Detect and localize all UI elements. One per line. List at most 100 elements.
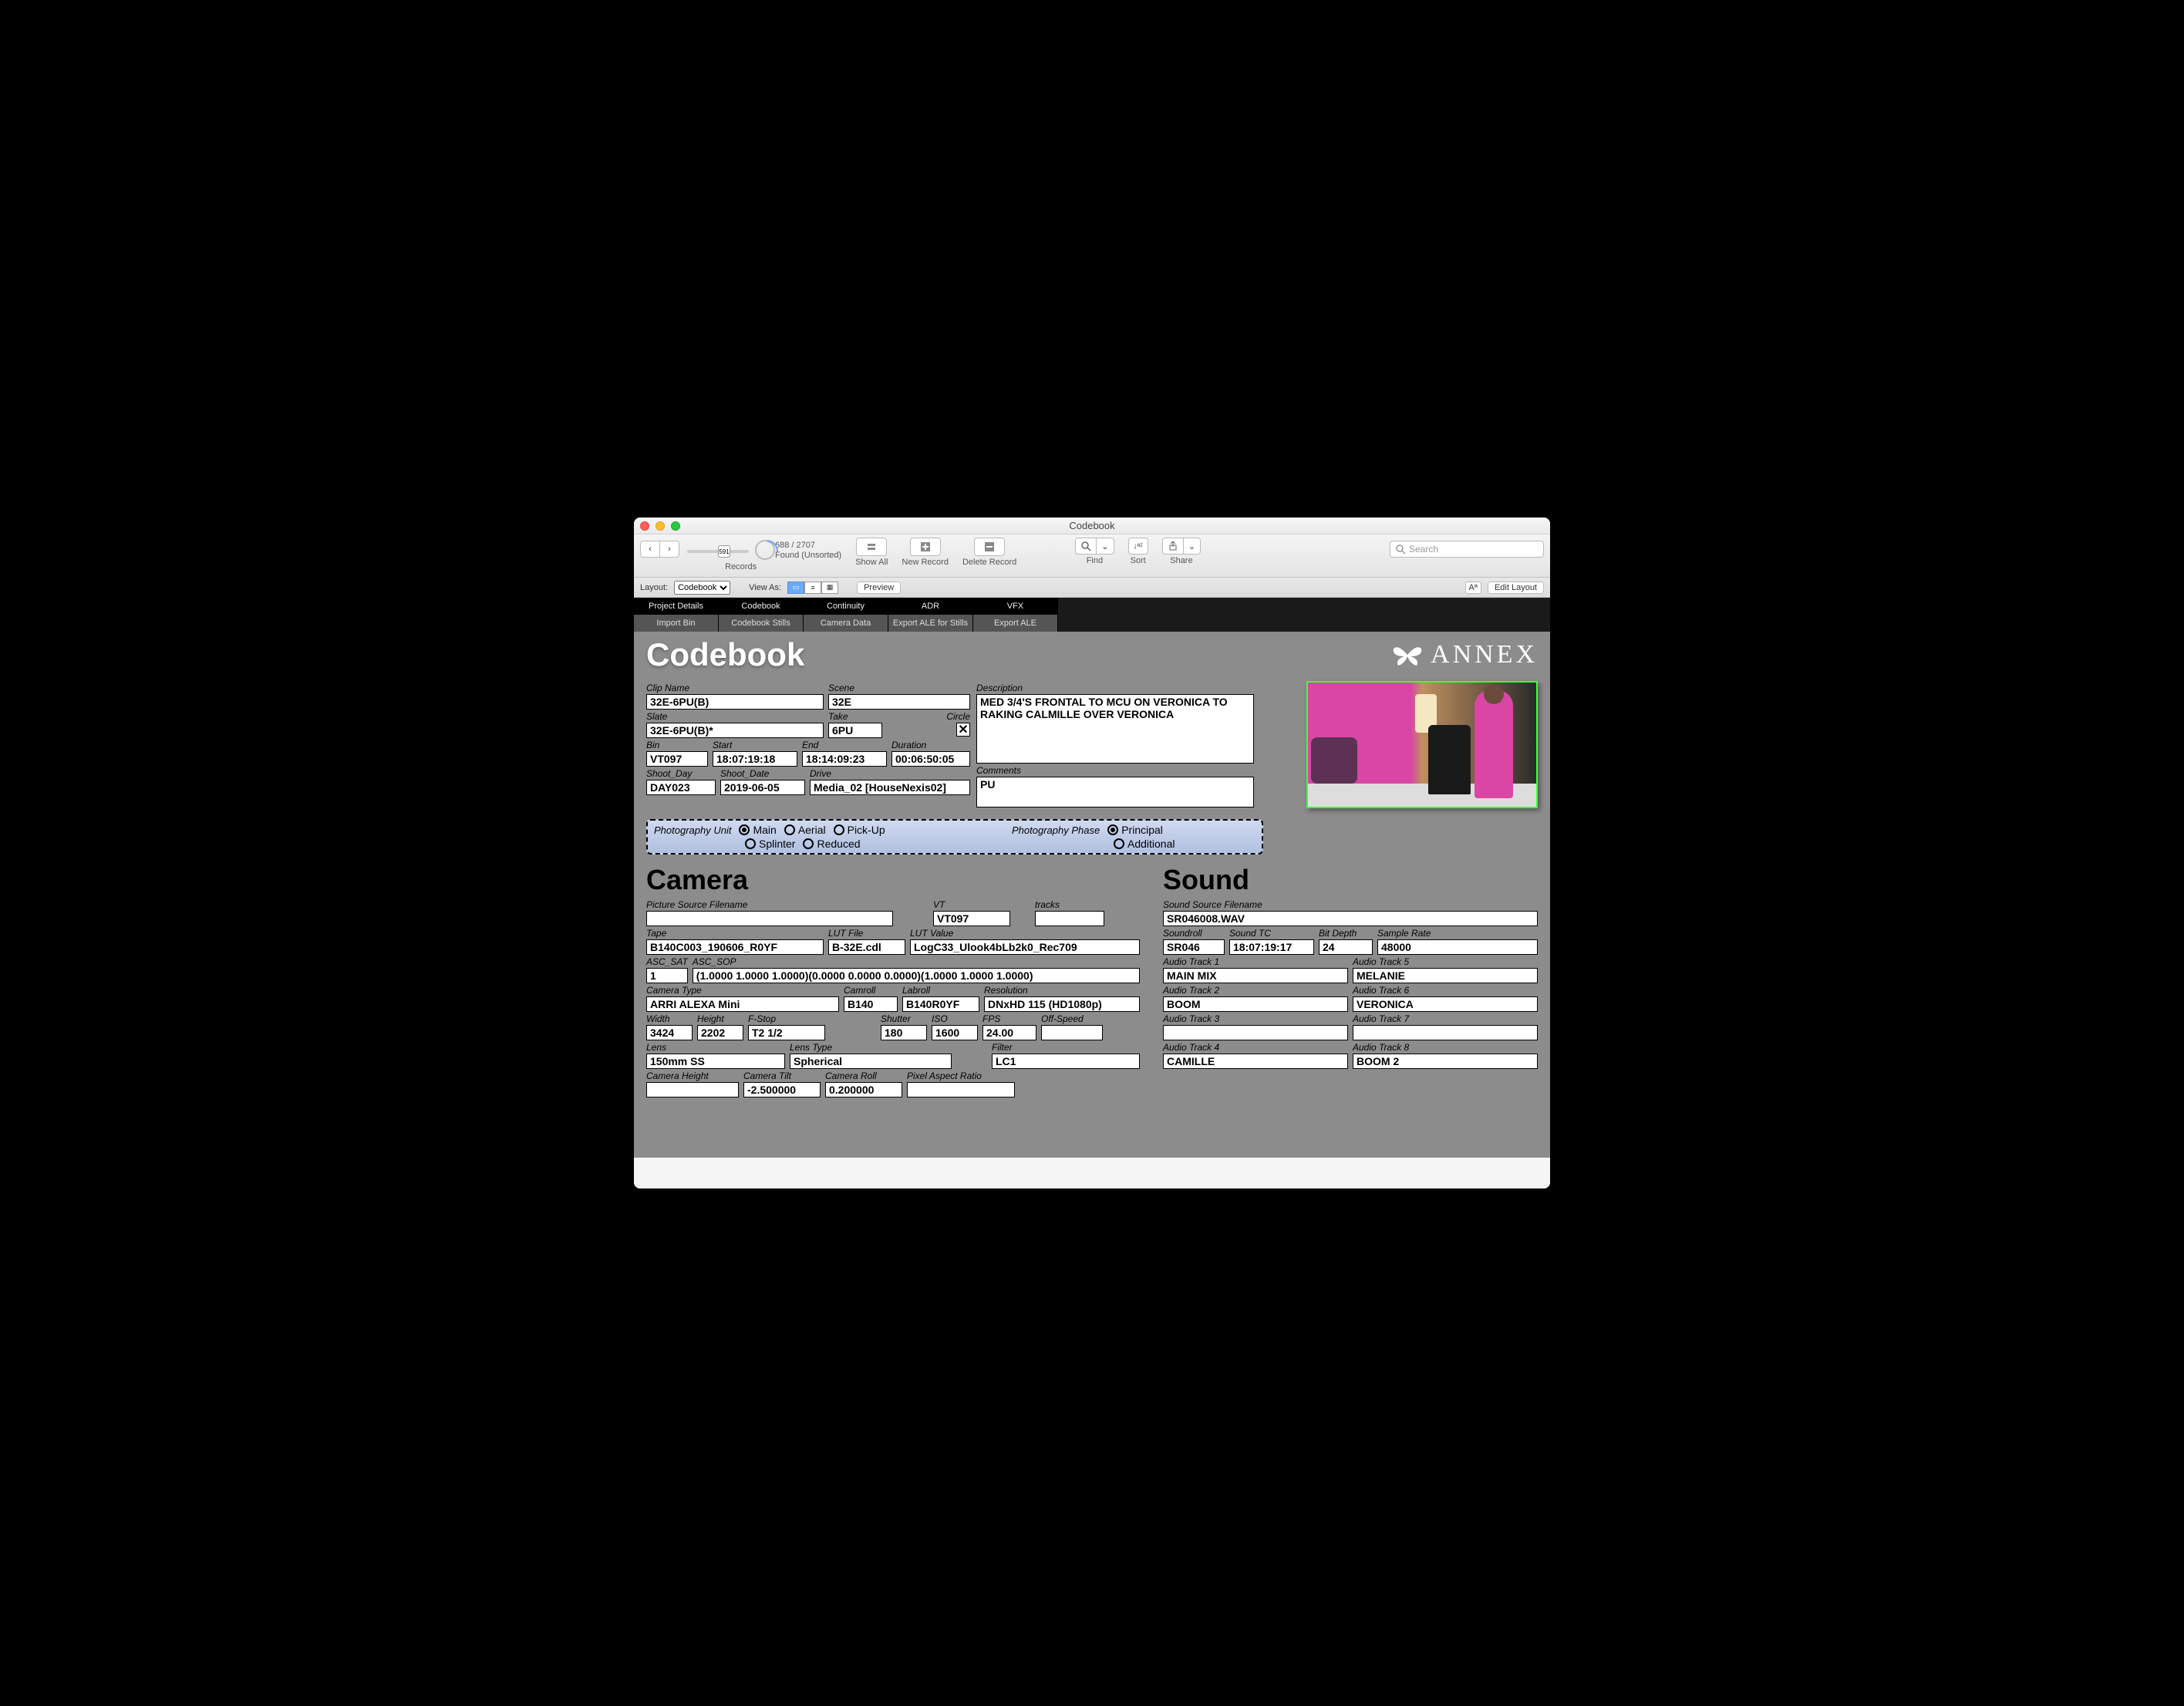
tab-continuity[interactable]: Continuity	[804, 598, 888, 615]
vt-field[interactable]: VT097	[933, 911, 1010, 926]
record-slider[interactable]: 591	[687, 550, 749, 553]
subtab-import-bin[interactable]: Import Bin	[634, 615, 719, 632]
clip-name-label: Clip Name	[646, 683, 824, 693]
t4-field[interactable]: CAMILLE	[1163, 1054, 1348, 1069]
radio-unit-pickup[interactable]: Pick-Up	[834, 824, 885, 836]
height-field[interactable]: 2202	[697, 1025, 743, 1040]
samplerate-field[interactable]: 48000	[1377, 939, 1538, 955]
new-record-button[interactable]	[910, 538, 941, 556]
fps-field[interactable]: 24.00	[982, 1025, 1036, 1040]
duration-field[interactable]: 00:06:50:05	[891, 751, 970, 767]
drive-field[interactable]: Media_02 [HouseNexis02]	[810, 780, 970, 795]
circle-checkbox[interactable]: ✕	[956, 723, 970, 737]
preview-button[interactable]: Preview	[857, 582, 901, 594]
find-button[interactable]	[1075, 538, 1097, 555]
tab-codebook[interactable]: Codebook	[719, 598, 804, 615]
share-button[interactable]	[1162, 538, 1184, 555]
clip-name-field[interactable]: 32E-6PU(B)	[646, 694, 824, 710]
search-icon	[1080, 541, 1091, 551]
radio-unit-splinter[interactable]: Splinter	[745, 838, 795, 850]
camtype-field[interactable]: ARRI ALEXA Mini	[646, 996, 839, 1012]
show-all-button[interactable]	[856, 538, 887, 556]
ssf-field[interactable]: SR046008.WAV	[1163, 911, 1538, 926]
nav-next-button[interactable]: ›	[659, 541, 679, 558]
tape-field[interactable]: B140C003_190606_R0YF	[646, 939, 824, 955]
width-label: Width	[646, 1013, 693, 1024]
lens-field[interactable]: 150mm SS	[646, 1054, 785, 1069]
found-text: Found (Unsorted)	[775, 551, 841, 561]
layout-select[interactable]: Codebook	[674, 581, 730, 595]
tab-vfx[interactable]: VFX	[973, 598, 1058, 615]
radio-unit-aerial[interactable]: Aerial	[784, 824, 826, 836]
labroll-field[interactable]: B140R0YF	[902, 996, 979, 1012]
t6-field[interactable]: VERONICA	[1353, 996, 1538, 1012]
soundroll-field[interactable]: SR046	[1163, 939, 1225, 955]
slate-field[interactable]: 32E-6PU(B)*	[646, 723, 824, 738]
view-list-button[interactable]: ≡	[804, 582, 821, 594]
camtilt-field[interactable]: -2.500000	[743, 1082, 821, 1097]
edit-layout-button[interactable]: Edit Layout	[1488, 582, 1544, 594]
camroll2-field[interactable]: 0.200000	[825, 1082, 902, 1097]
view-form-button[interactable]: ▭	[787, 582, 804, 594]
nav-prev-button[interactable]: ‹	[640, 541, 660, 558]
t3-field[interactable]	[1163, 1025, 1348, 1040]
lutvalue-field[interactable]: LogC33_Ulook4bLb2k0_Rec709	[910, 939, 1140, 955]
tab-adr[interactable]: ADR	[888, 598, 973, 615]
subtab-export-ale-stills[interactable]: Export ALE for Stills	[888, 615, 973, 632]
subtab-camera-data[interactable]: Camera Data	[804, 615, 888, 632]
bitdepth-field[interactable]: 24	[1319, 939, 1373, 955]
subtab-codebook-stills[interactable]: Codebook Stills	[719, 615, 804, 632]
resolution-field[interactable]: DNxHD 115 (HD1080p)	[984, 996, 1140, 1012]
lenstype-field[interactable]: Spherical	[790, 1054, 952, 1069]
soundtc-field[interactable]: 18:07:19:17	[1229, 939, 1314, 955]
tracks-field[interactable]	[1035, 911, 1104, 926]
text-format-button[interactable]: Aª	[1465, 582, 1481, 594]
end-field[interactable]: 18:14:09:23	[802, 751, 887, 767]
offspeed-field[interactable]	[1041, 1025, 1103, 1040]
lutfile-label: LUT File	[828, 928, 905, 939]
ascsat-field[interactable]: 1	[646, 968, 688, 983]
search-input[interactable]: Search	[1390, 541, 1544, 558]
description-field[interactable]: MED 3/4'S FRONTAL TO MCU ON VERONICA TO …	[976, 694, 1254, 764]
camroll-field[interactable]: B140	[844, 996, 898, 1012]
t8-field[interactable]: BOOM 2	[1353, 1054, 1538, 1069]
secondary-tabs: Import Bin Codebook Stills Camera Data E…	[634, 615, 1550, 632]
lutfile-field[interactable]: B-32E.cdl	[828, 939, 905, 955]
bin-field[interactable]: VT097	[646, 751, 708, 767]
width-field[interactable]: 3424	[646, 1025, 693, 1040]
fstop-field[interactable]: T2 1/2	[748, 1025, 825, 1040]
iso-field[interactable]: 1600	[932, 1025, 978, 1040]
t1-field[interactable]: MAIN MIX	[1163, 968, 1348, 983]
subtab-export-ale[interactable]: Export ALE	[973, 615, 1058, 632]
shootday-field[interactable]: DAY023	[646, 780, 716, 795]
tab-project-details[interactable]: Project Details	[634, 598, 719, 615]
t5-field[interactable]: MELANIE	[1353, 968, 1538, 983]
take-field[interactable]: 6PU	[828, 723, 882, 738]
slider-thumb[interactable]: 591	[718, 545, 730, 558]
scene-field[interactable]: 32E	[828, 694, 970, 710]
view-table-button[interactable]: ▦	[821, 582, 838, 594]
ascsop-field[interactable]: (1.0000 1.0000 1.0000)(0.0000 0.0000 0.0…	[693, 968, 1140, 983]
find-dropdown[interactable]: ⌄	[1096, 538, 1114, 555]
shutter-field[interactable]: 180	[881, 1025, 927, 1040]
tab-filler	[1058, 598, 1550, 615]
radio-unit-reduced[interactable]: Reduced	[803, 838, 860, 850]
pie-chart-icon[interactable]	[755, 540, 775, 560]
camheight-field[interactable]	[646, 1082, 739, 1097]
start-field[interactable]: 18:07:19:18	[713, 751, 797, 767]
radio-unit-main[interactable]: Main	[739, 824, 776, 836]
filter-field[interactable]: LC1	[992, 1054, 1140, 1069]
par-field[interactable]	[907, 1082, 1015, 1097]
comments-field[interactable]: PU	[976, 777, 1254, 807]
radio-phase-additional[interactable]: Additional	[1114, 838, 1175, 850]
share-dropdown[interactable]: ⌄	[1183, 538, 1201, 555]
radio-phase-principal[interactable]: Principal	[1107, 824, 1163, 836]
psf-field[interactable]	[646, 911, 893, 926]
shootdate-field[interactable]: 2019-06-05	[720, 780, 805, 795]
still-thumbnail[interactable]	[1306, 681, 1538, 808]
sort-button[interactable]: ↓ᵃᶻ	[1128, 538, 1148, 555]
t7-field[interactable]	[1353, 1025, 1538, 1040]
t2-field[interactable]: BOOM	[1163, 996, 1348, 1012]
delete-record-button[interactable]	[974, 538, 1005, 556]
search-placeholder: Search	[1409, 544, 1438, 555]
